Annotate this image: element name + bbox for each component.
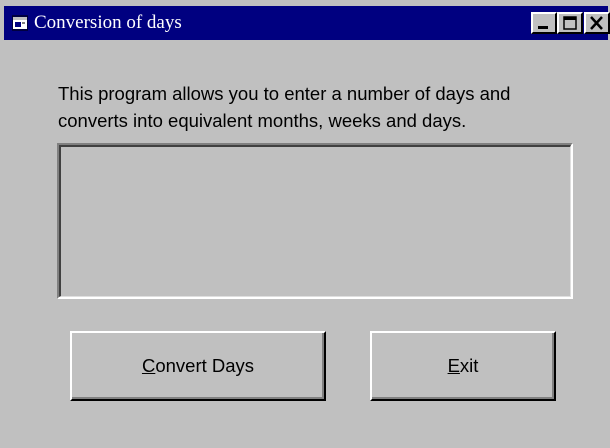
close-button[interactable] <box>584 12 610 34</box>
convert-days-label: Convert Days <box>142 355 254 377</box>
maximize-icon <box>563 16 577 30</box>
convert-days-mnemonic: C <box>141 355 156 376</box>
description-line-1: This program allows you to enter a numbe… <box>58 83 511 104</box>
description-text: This program allows you to enter a numbe… <box>58 80 588 134</box>
convert-days-label-rest: onvert Days <box>155 355 255 376</box>
description-line-2: converts into equivalent months, weeks a… <box>58 110 467 131</box>
convert-days-button[interactable]: Convert Days <box>70 331 326 401</box>
output-box <box>57 143 573 299</box>
exit-button[interactable]: Exit <box>370 331 556 401</box>
exit-label-rest: xit <box>459 355 479 376</box>
title-bar[interactable]: Conversion of days <box>4 6 610 40</box>
output-box-inner <box>59 145 571 297</box>
maximize-button[interactable] <box>557 12 583 34</box>
app-icon <box>12 15 28 31</box>
window-title: Conversion of days <box>34 12 182 33</box>
minimize-button[interactable] <box>531 12 557 34</box>
exit-label: Exit <box>448 355 479 377</box>
minimize-icon <box>538 26 548 29</box>
close-icon <box>590 16 603 30</box>
conversion-window: Conversion of days This program allows y… <box>0 0 610 448</box>
exit-mnemonic: E <box>447 355 460 376</box>
